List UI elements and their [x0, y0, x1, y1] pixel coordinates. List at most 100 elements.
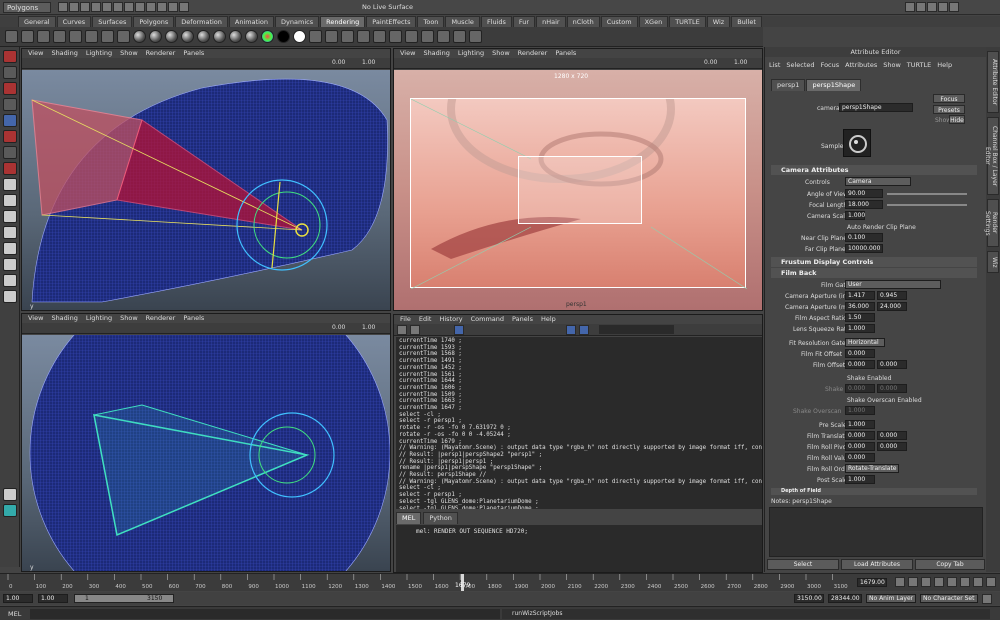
- render-icon[interactable]: [157, 2, 167, 12]
- shelf-tab-surfaces[interactable]: Surfaces: [92, 16, 133, 27]
- post-scale-field[interactable]: 1.000: [845, 475, 875, 484]
- se-menu-history[interactable]: History: [439, 315, 462, 324]
- shelf-tab-painteffects[interactable]: PaintEffects: [366, 16, 417, 27]
- vp-value-a[interactable]: 0.00: [704, 59, 717, 66]
- side-by-side-icon[interactable]: [3, 210, 17, 223]
- vp-menu-panels[interactable]: Panels: [183, 49, 204, 58]
- time-ruler[interactable]: 0 100 200 300 400 500 600 700 800 900 1000 1100 1200…: [0, 574, 850, 591]
- film-gate-dropdown[interactable]: User: [845, 280, 941, 289]
- execute-icon[interactable]: [579, 325, 589, 335]
- viewport-bottom-left[interactable]: View Shading Lighting Show Renderer Panels 0.…: [21, 313, 391, 572]
- lens-squeeze-field[interactable]: 1.000: [845, 324, 875, 333]
- se-menu-help[interactable]: Help: [541, 315, 556, 324]
- side-tab-wiz[interactable]: Wiz: [987, 251, 999, 273]
- command-input[interactable]: [30, 609, 500, 619]
- presets-button[interactable]: Presets: [933, 105, 965, 114]
- shelf-tab-wiz[interactable]: Wiz: [706, 16, 731, 27]
- film-translate-a[interactable]: 0.000: [845, 431, 875, 440]
- side-tab-attribute-editor[interactable]: Attribute Editor: [987, 51, 999, 113]
- tab-persp1[interactable]: persp1: [771, 79, 806, 91]
- play-forward-icon[interactable]: [947, 577, 957, 587]
- focal-slider[interactable]: [887, 204, 967, 206]
- save-scene-icon[interactable]: [80, 2, 90, 12]
- shelf-tab-fluids[interactable]: Fluids: [480, 16, 512, 27]
- aperture-inch-b[interactable]: 0.945: [877, 291, 907, 300]
- shelf-tab-deformation[interactable]: Deformation: [175, 16, 228, 27]
- shake-overscan-field[interactable]: 1.000: [845, 406, 875, 415]
- se-menu-edit[interactable]: Edit: [419, 315, 432, 324]
- shake-enabled-checkbox[interactable]: Shake Enabled: [847, 375, 891, 382]
- paint-select-icon[interactable]: [3, 82, 17, 95]
- aperture-mm-a[interactable]: 36.000: [845, 302, 875, 311]
- camera-node-field[interactable]: persp1Shape: [839, 103, 913, 112]
- select-component-icon[interactable]: [113, 2, 123, 12]
- snap-curve-icon[interactable]: [135, 2, 145, 12]
- manipulator-icon[interactable]: [3, 146, 17, 159]
- history-pane[interactable]: currentTime 1740 ; currentTime 1593 ; cu…: [396, 337, 762, 509]
- shelf-tab-bullet[interactable]: Bullet: [731, 16, 762, 27]
- last-tool-icon[interactable]: [3, 162, 17, 175]
- vp-menu-shading[interactable]: Shading: [423, 49, 449, 58]
- section-depth-of-field[interactable]: Depth of Field: [771, 488, 977, 495]
- vp-menu-lighting[interactable]: Lighting: [86, 49, 112, 58]
- menu-set-dropdown[interactable]: Polygons: [3, 2, 51, 13]
- shelf-tab-dynamics[interactable]: Dynamics: [275, 16, 320, 27]
- tab-python[interactable]: Python: [423, 512, 458, 524]
- range-bar[interactable]: 1 3150: [74, 594, 174, 603]
- render-view-canvas[interactable]: 1280 x 720 persp1: [394, 49, 762, 310]
- scale-tool-icon[interactable]: [3, 130, 17, 143]
- execute-all-icon[interactable]: [566, 325, 576, 335]
- camera-aim-icon[interactable]: [53, 30, 66, 43]
- custom-layout-icon[interactable]: [3, 504, 17, 517]
- film-roll-value-field[interactable]: 0.000: [845, 453, 875, 462]
- film-offset-b[interactable]: 0.000: [877, 360, 907, 369]
- surface-shader-icon[interactable]: [245, 30, 258, 43]
- range-start-field[interactable]: 1.00: [38, 594, 68, 603]
- clear-history-icon[interactable]: [454, 325, 464, 335]
- film-roll-pivot-b[interactable]: 0.000: [877, 442, 907, 451]
- open-scene-icon[interactable]: [69, 2, 79, 12]
- render-view-icon[interactable]: [309, 30, 322, 43]
- character-set-dropdown[interactable]: No Character Set: [920, 594, 978, 603]
- color-shader-icon[interactable]: [261, 30, 274, 43]
- open-script-icon[interactable]: [397, 325, 407, 335]
- go-to-end-icon[interactable]: [986, 577, 996, 587]
- light-icon[interactable]: [69, 30, 82, 43]
- vp-menu-renderer[interactable]: Renderer: [518, 49, 548, 58]
- step-forward-key-icon[interactable]: [973, 577, 983, 587]
- ae-menu-show[interactable]: Show: [883, 61, 901, 69]
- notes-field[interactable]: [769, 507, 983, 557]
- ae-menu-selected[interactable]: Selected: [786, 61, 814, 69]
- hide-button[interactable]: Hide: [949, 115, 965, 124]
- vp-menu-shading[interactable]: Shading: [51, 314, 77, 323]
- viewport-top-right[interactable]: View Shading Lighting Show Renderer Panels 0.…: [393, 48, 763, 311]
- vp-value-a[interactable]: 0.00: [332, 324, 345, 331]
- spot-light-icon[interactable]: [85, 30, 98, 43]
- camera-scale-field[interactable]: 1.000: [845, 211, 865, 220]
- section-frustum[interactable]: Frustum Display Controls: [771, 257, 977, 267]
- batch-render-icon[interactable]: [357, 30, 370, 43]
- time-slider[interactable]: 0 100 200 300 400 500 600 700 800 900 1000 1100 1200…: [0, 573, 1000, 591]
- go-to-start-icon[interactable]: [895, 577, 905, 587]
- snap-grid-icon[interactable]: [124, 2, 134, 12]
- step-back-frame-icon[interactable]: [921, 577, 931, 587]
- angle-slider[interactable]: [887, 193, 967, 195]
- shelf-tab-toon[interactable]: Toon: [417, 16, 445, 27]
- shelf-tab-general[interactable]: General: [18, 16, 56, 27]
- select-hierarchy-icon[interactable]: [91, 2, 101, 12]
- persp-outliner-icon[interactable]: [3, 242, 17, 255]
- step-back-key-icon[interactable]: [908, 577, 918, 587]
- phong-material-icon[interactable]: [165, 30, 178, 43]
- vp-menu-shading[interactable]: Shading: [51, 49, 77, 58]
- se-menu-file[interactable]: File: [400, 315, 411, 324]
- end-time-field[interactable]: 28344.00: [828, 594, 862, 603]
- vp-value-b[interactable]: 1.00: [362, 59, 375, 66]
- angle-of-view-field[interactable]: 90.00: [845, 189, 883, 198]
- new-scene-icon[interactable]: [58, 2, 68, 12]
- shelf-tab-xgen[interactable]: XGen: [638, 16, 669, 27]
- search-field[interactable]: [599, 325, 674, 334]
- viewport-canvas[interactable]: y: [22, 314, 390, 571]
- texture-icon[interactable]: [405, 30, 418, 43]
- se-menu-panels[interactable]: Panels: [512, 315, 533, 324]
- focal-length-field[interactable]: 18.000: [845, 200, 883, 209]
